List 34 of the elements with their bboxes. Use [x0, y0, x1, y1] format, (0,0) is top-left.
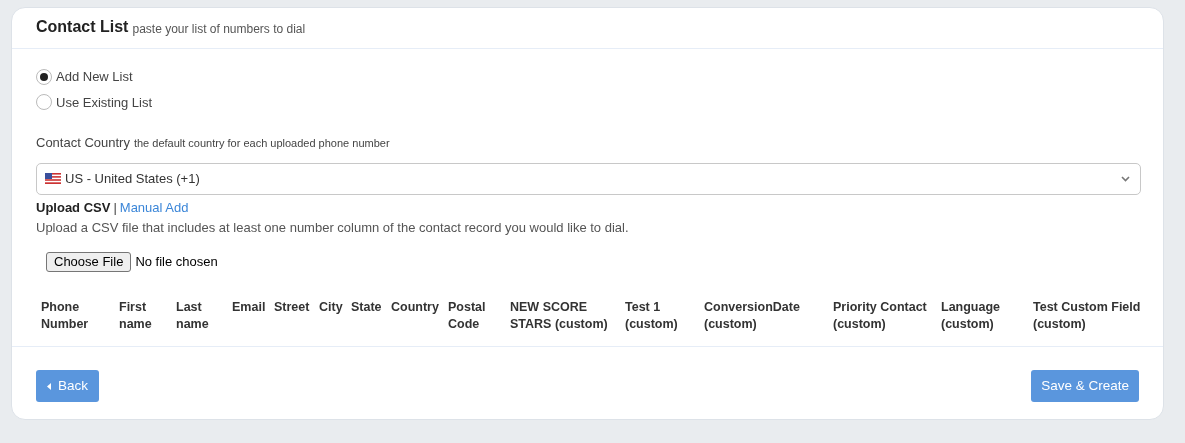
column-header: City — [319, 298, 343, 316]
column-header: Test Custom Field (custom) — [1033, 298, 1141, 333]
column-header: ConversionDate (custom) — [704, 298, 800, 333]
column-header: Street — [274, 298, 310, 316]
upload-tab[interactable]: Upload CSV — [36, 197, 111, 217]
tab-separator: | — [113, 198, 117, 217]
column-header: First name — [119, 298, 152, 333]
select-value: US - United States (+1) — [65, 169, 201, 188]
column-header: NEW SCORE STARS (custom) — [510, 298, 608, 333]
country-select[interactable]: US - United States (+1) — [36, 162, 1141, 195]
column-header: Country — [391, 298, 439, 316]
radio-label: Add New List — [56, 68, 133, 86]
field-label: Contact Country — [36, 134, 130, 152]
flag-icon — [45, 173, 61, 184]
card-subtitle: paste your list of numbers to dial — [132, 21, 306, 38]
file-status: No file chosen — [135, 252, 218, 271]
upload-description: Upload a CSV file that includes at least one number column of the contact record you would like to dial. — [36, 219, 630, 237]
column-header: Language (custom) — [941, 298, 1001, 333]
column-header: Last name — [176, 298, 209, 333]
radio-button[interactable] — [36, 68, 52, 85]
card-title: Contact List — [36, 17, 129, 37]
choose-file-button[interactable]: Choose File — [46, 251, 132, 272]
column-header: Email — [232, 298, 266, 316]
radio-button[interactable] — [36, 94, 52, 111]
column-header: Postal Code — [448, 298, 486, 333]
column-header: Test 1 (custom) — [625, 298, 678, 333]
caret-left-icon — [47, 382, 51, 390]
column-header: State — [351, 298, 382, 316]
column-header: Phone Number — [41, 298, 89, 333]
column-header: Priority Contact (custom) — [833, 298, 927, 333]
upload-tab[interactable]: Manual Add — [119, 197, 189, 217]
radio-label: Use Existing List — [56, 93, 153, 112]
field-hint: the default country for each uploaded phone number — [133, 136, 390, 151]
chevron-down-icon — [1121, 175, 1130, 182]
